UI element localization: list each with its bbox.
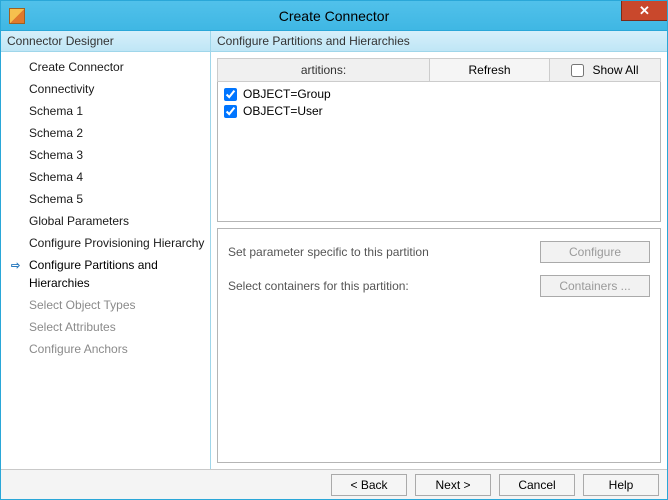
nav-item-create-connector[interactable]: Create Connector (1, 56, 210, 78)
configure-button[interactable]: Configure (540, 241, 650, 263)
partitions-listbox[interactable]: OBJECT=GroupOBJECT=User (217, 82, 661, 222)
nav-item-label: Global Parameters (29, 214, 129, 228)
window-title: Create Connector (1, 8, 667, 24)
nav-item-schema-2[interactable]: Schema 2 (1, 122, 210, 144)
nav-item-schema-4[interactable]: Schema 4 (1, 166, 210, 188)
partition-item[interactable]: OBJECT=Group (224, 86, 654, 103)
content-header: Configure Partitions and Hierarchies (211, 31, 667, 52)
back-button[interactable]: < Back (331, 474, 407, 496)
nav-item-global-parameters[interactable]: Global Parameters (1, 210, 210, 232)
partitions-label: artitions: (218, 59, 430, 81)
select-containers-label: Select containers for this partition: (228, 279, 409, 293)
show-all-checkbox[interactable] (571, 64, 584, 77)
containers-button[interactable]: Containers ... (540, 275, 650, 297)
nav-item-label: Schema 4 (29, 170, 83, 184)
nav-item-label: Create Connector (29, 60, 124, 74)
nav-item-label: Configure Partitions and Hierarchies (29, 258, 158, 290)
nav-item-configure-partitions-and-hierarchies[interactable]: ⇨ Configure Partitions and Hierarchies (1, 254, 210, 294)
cancel-button[interactable]: Cancel (499, 474, 575, 496)
nav-item-label: Connectivity (29, 82, 94, 96)
nav-item-label: Schema 3 (29, 148, 83, 162)
partition-label: OBJECT=User (243, 103, 323, 120)
nav-item-label: Schema 2 (29, 126, 83, 140)
current-step-arrow-icon: ⇨ (11, 257, 20, 275)
app-icon (9, 8, 25, 24)
nav-item-schema-5[interactable]: Schema 5 (1, 188, 210, 210)
nav-item-configure-anchors: Configure Anchors (1, 338, 210, 360)
nav-item-connectivity[interactable]: Connectivity (1, 78, 210, 100)
nav-list: Create Connector Connectivity Schema 1 Sche… (1, 52, 210, 360)
param-specific-label: Set parameter specific to this partition (228, 245, 429, 259)
sidebar: Connector Designer Create Connector Conne… (1, 31, 211, 469)
nav-item-label: Select Object Types (29, 298, 136, 312)
partition-item[interactable]: OBJECT=User (224, 103, 654, 120)
nav-item-select-object-types: Select Object Types (1, 294, 210, 316)
nav-item-schema-3[interactable]: Schema 3 (1, 144, 210, 166)
nav-item-label: Select Attributes (29, 320, 116, 334)
next-button[interactable]: Next > (415, 474, 491, 496)
refresh-button[interactable]: Refresh (430, 59, 550, 81)
sidebar-header: Connector Designer (1, 31, 210, 52)
close-icon: ✕ (639, 3, 650, 19)
partitions-toolbar: artitions: Refresh Show All (217, 58, 661, 82)
nav-item-label: Schema 5 (29, 192, 83, 206)
titlebar: Create Connector ✕ (1, 1, 667, 31)
nav-item-label: Schema 1 (29, 104, 83, 118)
nav-item-schema-1[interactable]: Schema 1 (1, 100, 210, 122)
partition-details-pane: Set parameter specific to this partition… (217, 228, 661, 463)
nav-item-select-attributes: Select Attributes (1, 316, 210, 338)
close-button[interactable]: ✕ (621, 1, 667, 21)
nav-item-configure-provisioning-hierarchy[interactable]: Configure Provisioning Hierarchy (1, 232, 210, 254)
nav-item-label: Configure Anchors (29, 342, 128, 356)
content-pane: Configure Partitions and Hierarchies art… (211, 31, 667, 469)
partition-label: OBJECT=Group (243, 86, 331, 103)
nav-item-label: Configure Provisioning Hierarchy (29, 236, 204, 250)
wizard-footer: < Back Next > Cancel Help (1, 469, 667, 499)
partition-checkbox[interactable] (224, 88, 237, 101)
show-all-label: Show All (592, 63, 638, 77)
partition-checkbox[interactable] (224, 105, 237, 118)
help-button[interactable]: Help (583, 474, 659, 496)
